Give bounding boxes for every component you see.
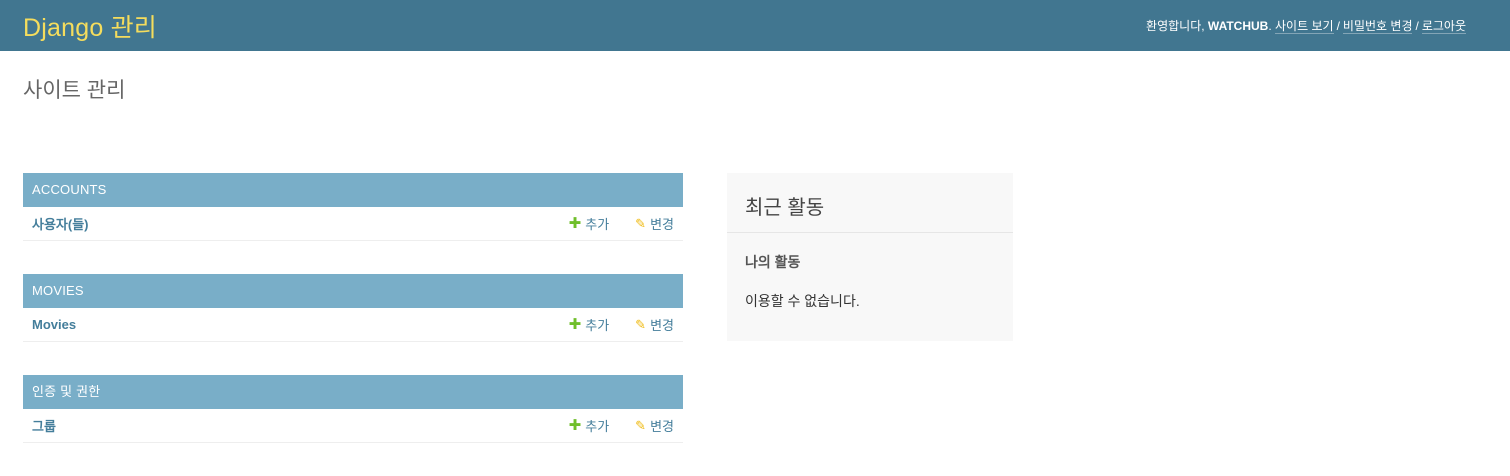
model-row: 사용자(들) ✚ 추가 ✎ 변경 [23,207,683,241]
add-button[interactable]: ✚ 추가 [569,416,610,435]
model-row: 그룹 ✚ 추가 ✎ 변경 [23,409,683,443]
pencil-icon: ✎ [635,216,647,231]
empty-actions-text: 이용할 수 없습니다. [745,293,860,309]
recent-actions-panel: 최근 활동 나의 활동 이용할 수 없습니다. [727,173,1013,341]
separator: / [1415,19,1419,33]
app-caption[interactable]: ACCOUNTS [23,173,683,207]
logout-link[interactable]: 로그아웃 [1421,19,1466,34]
app-module-movies: MOVIES Movies ✚ 추가 ✎ 변경 [23,274,683,342]
app-module-auth: 인증 및 권한 그룹 ✚ 추가 ✎ 변경 [23,375,683,443]
model-row: Movies ✚ 추가 ✎ 변경 [23,308,683,342]
view-site-link[interactable]: 사이트 보기 [1275,19,1334,34]
username: WATCHUB [1207,19,1269,33]
separator: / [1336,19,1340,33]
pencil-icon: ✎ [635,418,647,433]
plus-icon: ✚ [568,417,582,434]
recent-actions-title: 최근 활동 [727,173,1013,233]
welcome-suffix: . [1268,19,1276,33]
change-password-link[interactable]: 비밀번호 변경 [1342,19,1413,34]
app-caption[interactable]: 인증 및 권한 [23,375,683,409]
user-tools: 환영합니다, WATCHUB. 사이트 보기 / 비밀번호 변경 / 로그아웃 [1146,17,1466,34]
model-link[interactable]: 그룹 [32,416,543,435]
app-caption[interactable]: MOVIES [23,274,683,308]
change-button[interactable]: ✎ 변경 [635,416,674,435]
add-label: 추가 [585,419,610,434]
change-label: 변경 [650,419,674,434]
model-link[interactable]: Movies [32,317,543,332]
app-module-accounts: ACCOUNTS 사용자(들) ✚ 추가 ✎ 변경 [23,173,683,241]
add-button[interactable]: ✚ 추가 [569,315,610,334]
change-label: 변경 [650,217,674,232]
site-brand[interactable]: Django 관리 [23,8,157,44]
plus-icon: ✚ [568,215,582,232]
my-actions-heading: 나의 활동 [745,254,801,270]
header: Django 관리 환영합니다, WATCHUB. 사이트 보기 / 비밀번호 변경… [0,0,1510,51]
content: 사이트 관리 ACCOUNTS 사용자(들) ✚ 추가 ✎ 변경 MOVIES … [0,51,1510,443]
change-button[interactable]: ✎ 변경 [635,214,674,233]
add-button[interactable]: ✚ 추가 [569,214,610,233]
pencil-icon: ✎ [635,317,647,332]
change-label: 변경 [650,318,674,333]
page-title: 사이트 관리 [23,79,126,102]
app-list: ACCOUNTS 사용자(들) ✚ 추가 ✎ 변경 MOVIES Movies … [23,173,683,476]
add-label: 추가 [585,318,610,333]
add-label: 추가 [585,217,610,232]
model-link[interactable]: 사용자(들) [32,214,543,233]
change-button[interactable]: ✎ 변경 [635,315,674,334]
welcome-text: 환영합니다, [1146,19,1208,33]
plus-icon: ✚ [568,316,582,333]
